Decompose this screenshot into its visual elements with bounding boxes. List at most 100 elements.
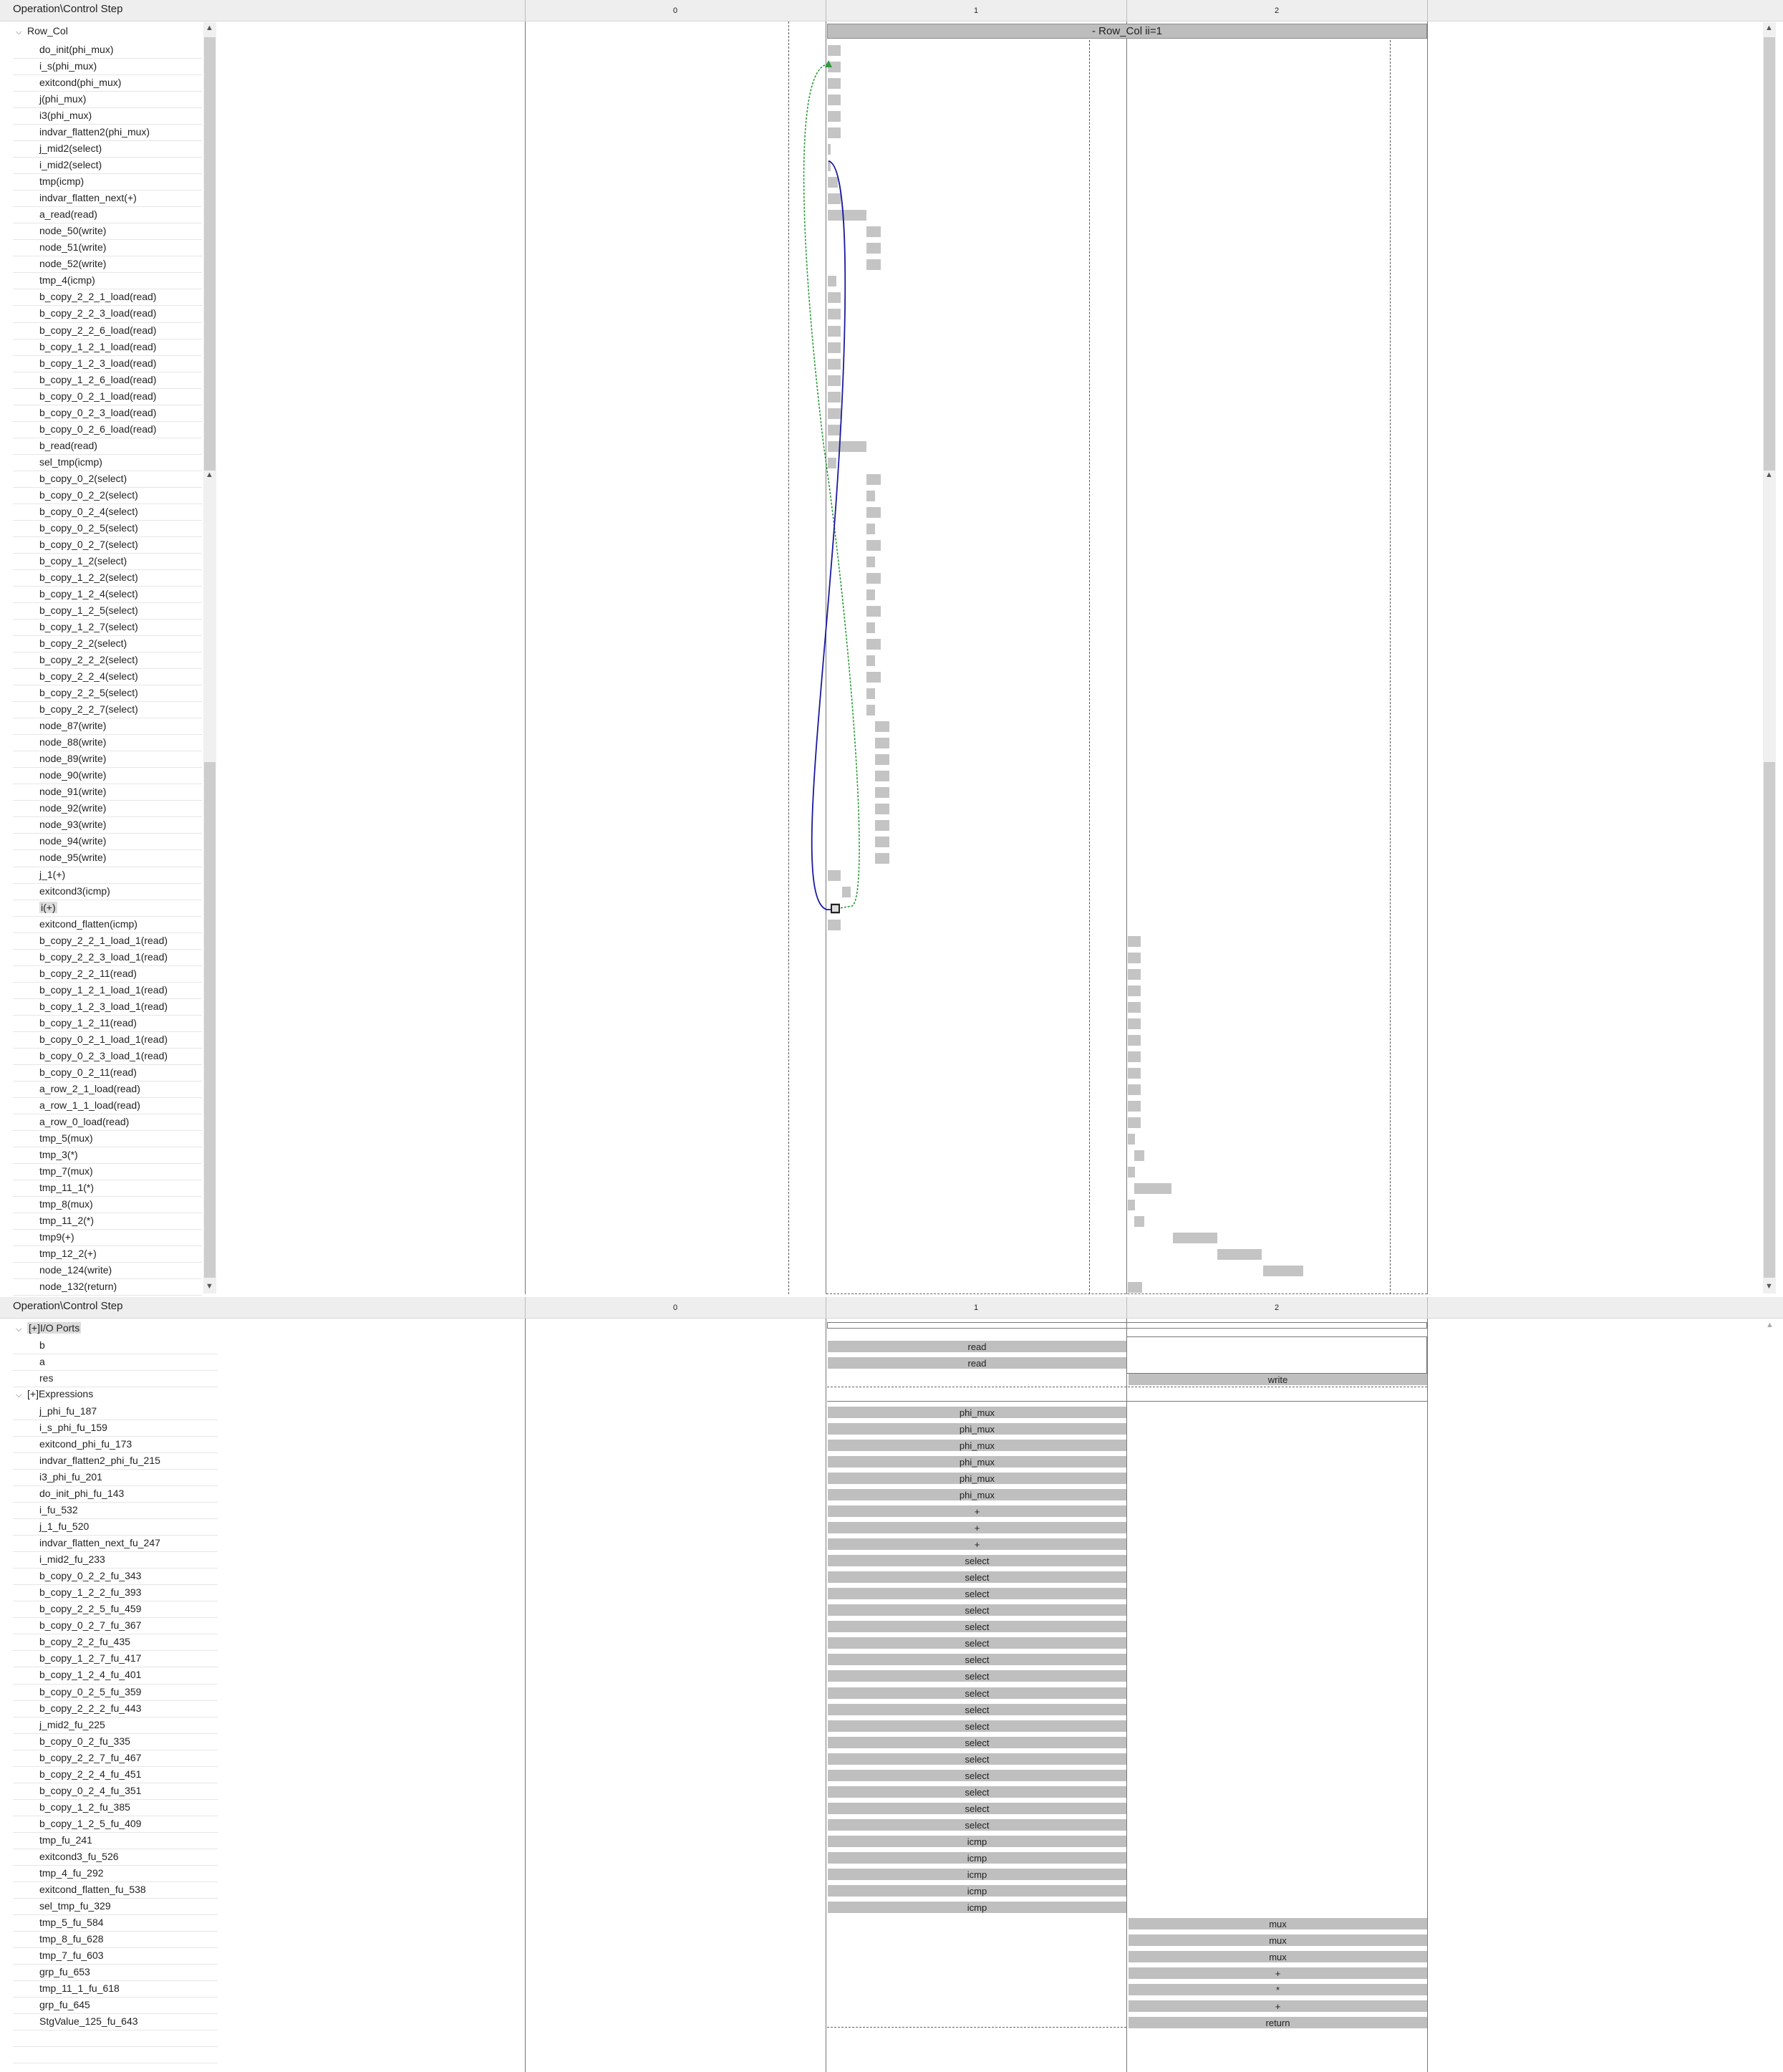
resource-bar[interactable]: phi_mux [828, 1423, 1126, 1435]
resource-bar[interactable]: icmp [828, 1835, 1126, 1847]
chevron-down-icon[interactable]: ⌵ [16, 1324, 27, 1335]
expression-label[interactable]: b_copy_1_2_2_fu_393 [39, 1586, 141, 1598]
selected-op-marker[interactable] [831, 904, 840, 913]
control-step-0[interactable]: 0 [661, 1304, 690, 1312]
row-separator [13, 1469, 218, 1470]
resource-bar[interactable]: select [828, 1687, 1126, 1699]
resource-bar[interactable]: + [1129, 1967, 1427, 1980]
resource-bar[interactable]: + [1129, 2000, 1427, 2013]
expression-label[interactable]: indvar_flatten_next_fu_247 [39, 1537, 160, 1548]
io-port-label[interactable]: b [39, 1339, 45, 1351]
expression-label[interactable]: b_copy_2_2_4_fu_451 [39, 1768, 141, 1780]
row-separator [13, 1831, 218, 1833]
expression-label[interactable]: i_s_phi_fu_159 [39, 1422, 107, 1433]
resource-bar[interactable]: select [828, 1637, 1126, 1649]
expression-label[interactable]: StgValue_125_fu_643 [39, 2015, 138, 2027]
expression-label[interactable]: b_copy_1_2_5_fu_409 [39, 1818, 141, 1829]
scroll-up-icon[interactable]: ▲ [1766, 1321, 1774, 1329]
resource-bar[interactable]: select [828, 1654, 1126, 1666]
resource-bar[interactable]: phi_mux [828, 1440, 1126, 1452]
resource-bar[interactable]: icmp [828, 1851, 1126, 1864]
expression-label[interactable]: b_copy_0_2_5_fu_359 [39, 1686, 141, 1697]
expression-label[interactable]: b_copy_1_2_fu_385 [39, 1801, 130, 1813]
expression-label[interactable]: grp_fu_645 [39, 1999, 90, 2010]
resource-bar[interactable]: * [1129, 1984, 1427, 1996]
control-step-1[interactable]: 1 [962, 1304, 990, 1312]
resource-bar[interactable]: select [828, 1802, 1126, 1814]
resource-bar[interactable]: select [828, 1736, 1126, 1748]
expression-label[interactable]: i_fu_532 [39, 1504, 78, 1516]
expression-label[interactable]: tmp_4_fu_292 [39, 1867, 104, 1879]
expression-label[interactable]: i_mid2_fu_233 [39, 1553, 105, 1565]
resource-bar[interactable]: icmp [828, 1868, 1126, 1880]
expression-label[interactable]: exitcond_phi_fu_173 [39, 1438, 132, 1450]
io-port-label[interactable]: a [39, 1356, 45, 1367]
expression-label[interactable]: b_copy_0_2_2_fu_343 [39, 1570, 141, 1581]
expression-label[interactable]: do_init_phi_fu_143 [39, 1488, 124, 1499]
expression-label[interactable]: tmp_5_fu_584 [39, 1917, 104, 1928]
expression-label[interactable]: b_copy_2_2_5_fu_459 [39, 1603, 141, 1614]
control-step-2[interactable]: 2 [1262, 1304, 1291, 1312]
resource-bar[interactable]: mux [1129, 1917, 1427, 1929]
resource-bar[interactable]: select [828, 1769, 1126, 1781]
resource-bar[interactable]: phi_mux [828, 1473, 1126, 1485]
expression-label[interactable]: sel_tmp_fu_329 [39, 1900, 111, 1912]
expression-label[interactable]: exitcond_flatten_fu_538 [39, 1884, 146, 1895]
expression-label[interactable]: b_copy_2_2_7_fu_467 [39, 1752, 141, 1763]
expression-label[interactable]: tmp_fu_241 [39, 1834, 92, 1846]
expression-label[interactable]: j_1_fu_520 [39, 1521, 89, 1532]
group-expressions[interactable]: ⌵ [+]Expressions [16, 1388, 93, 1401]
row-separator [13, 1864, 218, 1866]
resource-bar[interactable]: phi_mux [828, 1407, 1126, 1418]
resource-bar[interactable]: select [828, 1571, 1126, 1584]
row-separator [13, 1997, 218, 1998]
expression-label[interactable]: b_copy_0_2_fu_335 [39, 1735, 130, 1747]
expression-label[interactable]: b_copy_0_2_4_fu_351 [39, 1785, 141, 1796]
resource-bar[interactable]: select [828, 1621, 1126, 1633]
resource-bar[interactable]: write [1129, 1374, 1427, 1386]
resource-bar[interactable]: icmp [828, 1884, 1126, 1897]
expression-label[interactable]: tmp_11_1_fu_618 [39, 1982, 120, 1994]
resource-bar[interactable]: select [828, 1555, 1126, 1567]
resource-bar[interactable]: + [828, 1505, 1126, 1518]
resource-bar[interactable]: select [828, 1703, 1126, 1715]
expression-label[interactable]: grp_fu_653 [39, 1966, 90, 1977]
expression-label[interactable]: j_mid2_fu_225 [39, 1719, 105, 1730]
row-separator [13, 1980, 218, 1982]
resource-bar[interactable]: mux [1129, 1934, 1427, 1946]
expression-label[interactable]: b_copy_2_2_2_fu_443 [39, 1702, 141, 1714]
resource-bar[interactable]: read [828, 1341, 1126, 1352]
row-separator [13, 1518, 218, 1520]
resource-bar[interactable]: read [828, 1357, 1126, 1369]
expression-label[interactable]: exitcond3_fu_526 [39, 1851, 119, 1862]
group-io-ports[interactable]: ⌵ [+]I/O Ports [16, 1322, 82, 1335]
resource-bar[interactable]: select [828, 1786, 1126, 1798]
expression-label[interactable]: j_phi_fu_187 [39, 1405, 97, 1417]
resource-bar[interactable]: + [828, 1538, 1126, 1551]
resource-bar[interactable]: phi_mux [828, 1456, 1126, 1468]
resource-bar[interactable]: select [828, 1753, 1126, 1765]
resource-bar[interactable]: select [828, 1670, 1126, 1682]
resource-bar[interactable]: phi_mux [828, 1489, 1126, 1501]
chevron-down-icon[interactable]: ⌵ [16, 1389, 27, 1401]
resource-bar[interactable]: select [828, 1588, 1126, 1600]
resource-bar[interactable]: select [828, 1604, 1126, 1616]
resource-bar[interactable]: mux [1129, 1950, 1427, 1962]
expression-label[interactable]: b_copy_2_2_fu_435 [39, 1636, 130, 1647]
expression-label[interactable]: tmp_7_fu_603 [39, 1950, 104, 1961]
header-separator [1126, 1297, 1127, 1318]
expression-label[interactable]: b_copy_1_2_7_fu_417 [39, 1652, 141, 1664]
resource-bar[interactable]: select [828, 1720, 1126, 1732]
resource-bar[interactable]: icmp [828, 1901, 1126, 1913]
header-separator [525, 1297, 526, 1318]
expression-label[interactable]: b_copy_0_2_7_fu_367 [39, 1619, 141, 1631]
resource-bar[interactable]: select [828, 1818, 1126, 1831]
expression-label[interactable]: i3_phi_fu_201 [39, 1471, 102, 1483]
expression-label[interactable]: indvar_flatten2_phi_fu_215 [39, 1455, 160, 1466]
resource-bar[interactable]: return [1129, 2017, 1427, 2029]
expression-label[interactable]: b_copy_1_2_4_fu_401 [39, 1669, 141, 1680]
expression-label[interactable]: tmp_8_fu_628 [39, 1933, 104, 1945]
io-port-label[interactable]: res [39, 1372, 53, 1384]
row-separator [13, 1700, 218, 1701]
resource-bar[interactable]: + [828, 1522, 1126, 1534]
